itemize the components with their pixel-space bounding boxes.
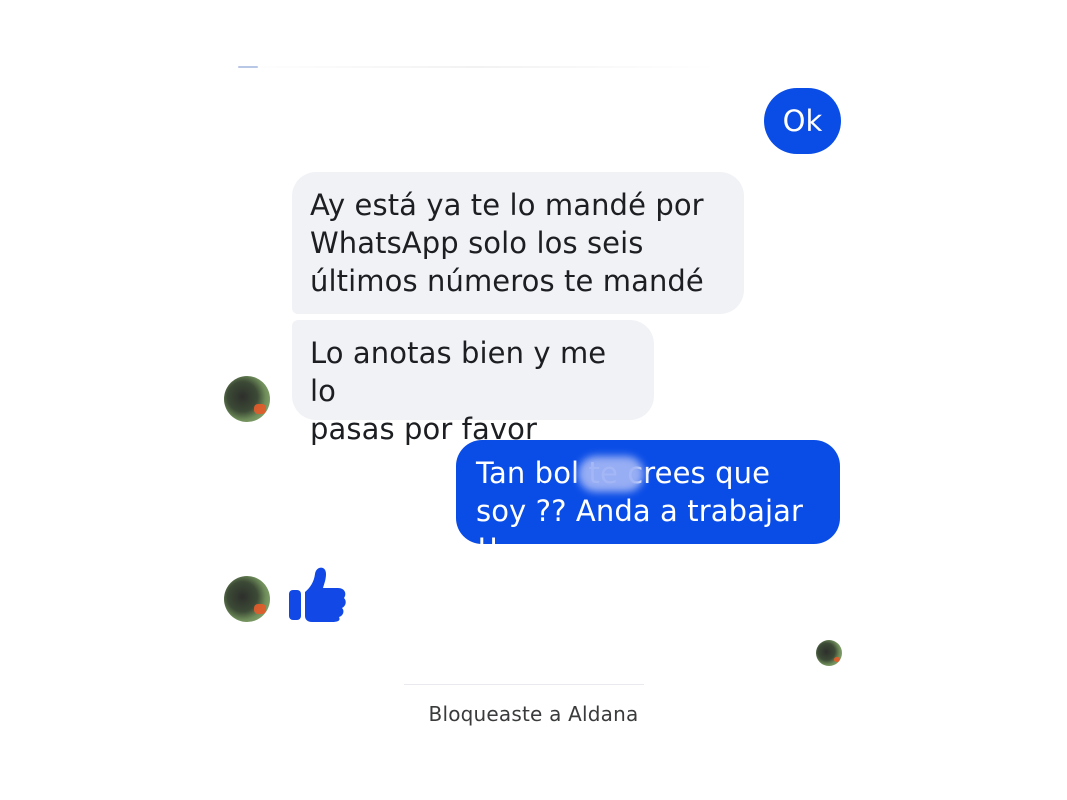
- read-receipt-avatar: [816, 640, 842, 666]
- top-divider: [230, 66, 720, 68]
- thumbs-up-icon[interactable]: [286, 562, 348, 622]
- contact-avatar[interactable]: [224, 576, 270, 622]
- contact-avatar[interactable]: [224, 376, 270, 422]
- message-bubble-incoming[interactable]: Ay está ya te lo mandé por WhatsApp solo…: [292, 172, 744, 314]
- message-bubble-incoming[interactable]: Lo anotas bien y me lo pasas por favor: [292, 320, 654, 446]
- censor-blur: [578, 456, 644, 492]
- blocked-status-text: Bloqueaste a Aldana: [428, 702, 639, 726]
- chat-screen: Ok Ay está ya te lo mandé por WhatsApp s…: [0, 0, 1067, 800]
- message-bubble-outgoing[interactable]: Ok: [764, 88, 841, 154]
- status-divider: [404, 684, 644, 685]
- top-indicator: [238, 66, 258, 68]
- message-bubble-outgoing[interactable]: Tan bol te crees que soy ?? Anda a traba…: [456, 440, 840, 566]
